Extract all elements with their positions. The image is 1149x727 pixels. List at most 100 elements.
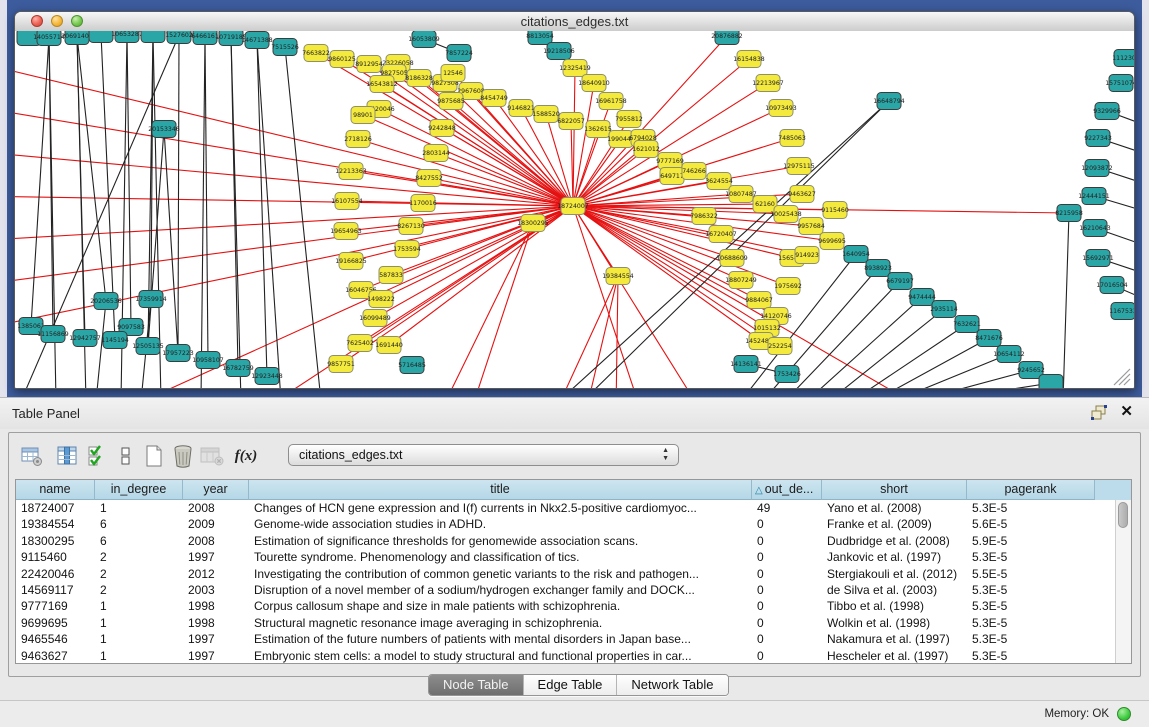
table-cell[interactable]: 18724007 [16,500,95,516]
network-edge[interactable] [201,36,205,388]
table-cell[interactable]: 2008 [183,533,249,549]
network-edge[interactable] [874,338,989,388]
table-cell[interactable]: 9699695 [16,615,95,631]
table-cell[interactable]: Tourette syndrome. Phenomenology and cla… [249,549,752,565]
network-edge[interactable] [573,206,641,388]
table-row[interactable]: 1872400712008Changes of HCN gene express… [16,500,1131,516]
table-cell[interactable]: 5.3E-5 [967,582,1095,598]
tab-edge-table[interactable]: Edge Table [524,675,618,695]
table-cell[interactable]: 2 [95,549,183,565]
table-cell[interactable]: 1997 [183,631,249,647]
table-cell[interactable]: 5.3E-5 [967,598,1095,614]
column-header-short[interactable]: short [822,480,967,500]
table-cell[interactable]: 6 [95,516,183,532]
table-cell[interactable]: Structural magnetic resonance image aver… [249,615,752,631]
network-edge[interactable] [573,206,701,388]
table-cell[interactable]: 2003 [183,582,249,598]
network-edge[interactable] [257,40,267,376]
table-cell[interactable]: 9465546 [16,631,95,647]
table-cell[interactable]: Estimation of the future numbers of pati… [249,631,752,647]
network-edge[interactable] [829,309,944,388]
table-row[interactable]: 1456911722003Disruption of a novel membe… [16,582,1131,598]
table-cell[interactable]: 9463627 [16,648,95,664]
table-cell[interactable]: 1997 [183,648,249,664]
network-edge[interactable] [407,206,573,249]
network-edge[interactable] [936,383,1051,388]
network-edge[interactable] [31,37,49,326]
scrollbar-thumb[interactable] [1118,502,1128,528]
network-edge[interactable] [785,281,900,388]
network-edge[interactable] [257,40,281,388]
table-cell[interactable]: 2012 [183,566,249,582]
table-row[interactable]: 969969511998Structural magnetic resonanc… [16,615,1131,631]
table-cell[interactable]: 0 [752,648,822,664]
table-row[interactable]: 1830029562008Estimation of significance … [16,533,1131,549]
table-cell[interactable]: Corpus callosum shape and size in male p… [249,598,752,614]
table-cell[interactable]: Tibbo et al. (1998) [822,598,967,614]
table-cell[interactable]: 5.3E-5 [967,500,1095,516]
column-header-pagerank[interactable]: pagerank [967,480,1095,500]
table-cell[interactable]: 5.9E-5 [967,533,1095,549]
table-settings-button[interactable] [19,443,45,469]
table-cell[interactable]: 22420046 [16,566,95,582]
network-edge[interactable] [573,83,594,206]
table-row[interactable]: 911546021997Tourette syndrome. Phenomeno… [16,549,1131,565]
table-cell[interactable]: 0 [752,631,822,647]
row-height-button[interactable] [113,443,139,469]
table-cell[interactable]: 5.3E-5 [967,648,1095,664]
network-node[interactable] [141,31,165,43]
table-cell[interactable]: Disruption of a novel member of a sodium… [249,582,752,598]
delete-trash-button[interactable] [170,443,196,469]
table-cell[interactable]: Hescheler et al. (1997) [822,648,967,664]
table-cell[interactable]: 1 [95,615,183,631]
float-panel-icon[interactable] [1091,405,1107,420]
table-cell[interactable]: Estimation of significance thresholds fo… [249,533,752,549]
select-columns-button[interactable] [85,443,111,469]
network-edge[interactable] [573,206,792,258]
network-edge[interactable] [1063,213,1069,388]
table-cell[interactable]: Nakamura et al. (1997) [822,631,967,647]
resize-grip-icon[interactable] [1114,369,1130,385]
network-edge[interactable] [231,37,241,388]
table-cell[interactable]: Genome-wide association studies in ADHD. [249,516,752,532]
table-row[interactable]: 977716911998Corpus callosum shape and si… [16,598,1131,614]
table-cell[interactable]: 5.5E-5 [967,566,1095,582]
table-cell[interactable]: 0 [752,516,822,532]
network-edge[interactable] [205,36,208,360]
table-row[interactable]: 1938455462009Genome-wide association stu… [16,516,1131,532]
column-header-title[interactable]: title [249,480,752,500]
table-cell[interactable]: 19384554 [16,516,95,532]
table-cell[interactable]: 0 [752,566,822,582]
table-row[interactable]: 2242004622012Investigating the contribut… [16,566,1131,582]
table-cell[interactable]: 14569117 [16,582,95,598]
table-cell[interactable]: 2 [95,566,183,582]
network-edge[interactable] [164,129,178,353]
table-cell[interactable]: 0 [752,549,822,565]
tab-node-table[interactable]: Node Table [429,675,524,695]
table-cell[interactable]: Dudbridge et al. (2008) [822,533,967,549]
table-cell[interactable]: 0 [752,582,822,598]
table-cell[interactable]: 1 [95,598,183,614]
table-cell[interactable]: Franke et al. (2009) [822,516,967,532]
table-cell[interactable]: 0 [752,533,822,549]
table-cell[interactable]: Investigating the contribution of common… [249,566,752,582]
column-header-in_degree[interactable]: in_degree [95,480,183,500]
column-header-name[interactable]: name [16,480,95,500]
table-cell[interactable]: 5.3E-5 [967,615,1095,631]
table-cell[interactable]: 6 [95,533,183,549]
table-cell[interactable]: 1997 [183,549,249,565]
column-header-out_de[interactable]: △out_de... [752,480,822,500]
table-row[interactable]: 946362711997Embryonic stem cells: a mode… [16,648,1131,664]
create-table-button[interactable] [141,443,167,469]
table-cell[interactable]: Jankovic et al. (1997) [822,549,967,565]
table-cell[interactable]: 1 [95,500,183,516]
network-edge[interactable] [616,276,618,388]
table-cell[interactable]: Embryonic stem cells: a model to study s… [249,648,752,664]
function-builder-button[interactable]: f(x) [229,443,263,469]
table-cell[interactable]: 0 [752,598,822,614]
network-window-titlebar[interactable]: citations_edges.txt [15,12,1134,32]
table-cell[interactable]: 5.3E-5 [967,549,1095,565]
table-selector-combobox[interactable]: citations_edges.txt ▲▼ [288,444,679,466]
table-cell[interactable]: 9115460 [16,549,95,565]
table-cell[interactable]: 2008 [183,500,249,516]
